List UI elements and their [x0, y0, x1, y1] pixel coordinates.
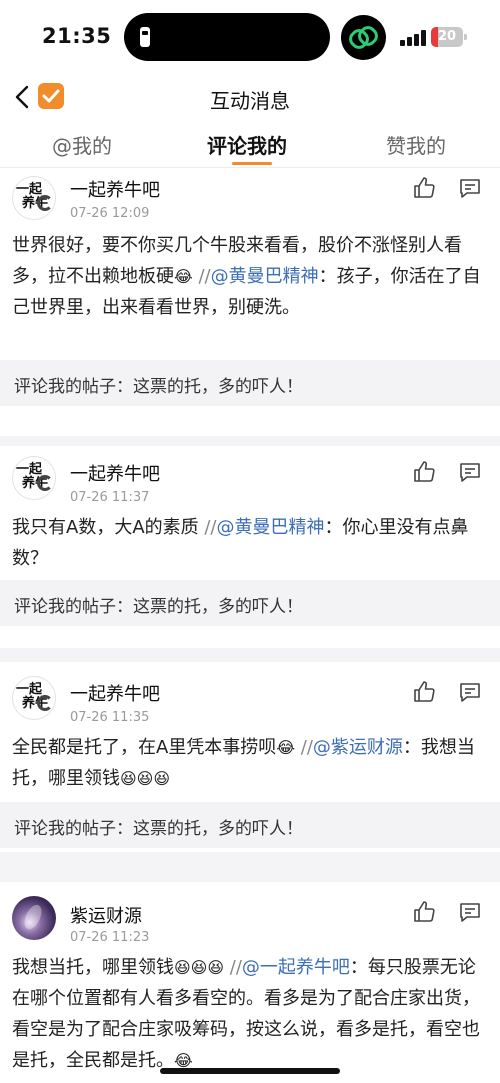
username[interactable]: 紫运财源: [70, 902, 142, 928]
thumbs-up-icon[interactable]: [412, 460, 436, 484]
laughing-emoji-icon: 😂: [174, 267, 193, 286]
avatar[interactable]: [12, 896, 56, 940]
tab-comments[interactable]: 评论我的: [207, 130, 287, 159]
comment-card[interactable]: 一起 养牛 一起养牛吧 07-26 12:09 世界很好，要不你买几个牛股来看看…: [0, 168, 500, 436]
grinning-emoji-icon: 😆😆😆: [174, 958, 225, 977]
tab-likes[interactable]: 赞我的: [386, 130, 446, 159]
reply-comment-icon[interactable]: [458, 460, 482, 484]
quoted-post[interactable]: 评论我的帖子：这票的托，多的吓人！: [0, 360, 500, 406]
dynamic-island: [124, 13, 330, 61]
thumbs-up-icon[interactable]: [412, 176, 436, 200]
nav-header: 互动消息: [0, 75, 500, 120]
avatar[interactable]: 一起 养牛: [12, 676, 56, 720]
comment-time: 07-26 11:35: [70, 710, 150, 725]
comment-card[interactable]: 紫运财源 07-26 11:23 我想当托，哪里领钱😆😆😆 //@一起养牛吧：每…: [0, 882, 500, 1083]
battery-level: 20: [437, 29, 457, 44]
comment-time: 07-26 11:37: [70, 490, 150, 505]
status-bar: 21:35 20: [0, 0, 500, 75]
flashlight-icon: [140, 27, 150, 47]
comment-text: 世界很好，要不你买几个牛股来看看，股价不涨怪别人看多，拉不出赖地板硬😂 //@黄…: [12, 235, 481, 318]
username[interactable]: 一起养牛吧: [70, 680, 160, 706]
grinning-emoji-icon: 😆😆😆: [120, 769, 171, 788]
signal-icon: [400, 30, 426, 46]
comment-card[interactable]: 一起 养牛 一起养牛吧 07-26 11:35 全民都是托了，在A里凭本事捞呗😂…: [0, 662, 500, 852]
thumbs-up-icon[interactable]: [412, 680, 436, 704]
reply-comment-icon[interactable]: [458, 680, 482, 704]
comment-text: 我只有A数，大A的素质 //@黄曼巴精神：你心里没有点鼻数？: [12, 517, 469, 569]
tab-mentions[interactable]: @我的: [52, 130, 112, 159]
laughing-emoji-icon: 😂: [276, 738, 296, 757]
status-time: 21:35: [42, 24, 112, 48]
avatar[interactable]: 一起 养牛: [12, 456, 56, 500]
comment-time: 07-26 11:23: [70, 930, 150, 945]
comment-time: 07-26 12:09: [70, 206, 150, 221]
mention-link[interactable]: @黄曼巴精神: [217, 517, 325, 538]
thumbs-up-icon[interactable]: [412, 900, 436, 924]
home-indicator[interactable]: [160, 1068, 340, 1074]
tab-bar: @我的 评论我的 赞我的: [0, 120, 500, 168]
mention-link[interactable]: @一起养牛吧: [242, 957, 350, 978]
mention-link[interactable]: @紫运财源: [313, 737, 403, 758]
reply-comment-icon[interactable]: [458, 176, 482, 200]
comment-text: 全民都是托了，在A里凭本事捞呗😂 //@紫运财源：我想当托，哪里领钱😆😆😆: [12, 732, 488, 794]
quoted-post[interactable]: 评论我的帖子：这票的托，多的吓人！: [0, 802, 500, 848]
comment-card[interactable]: 一起 养牛 一起养牛吧 07-26 11:37 我只有A数，大A的素质 //@黄…: [0, 446, 500, 648]
username[interactable]: 一起养牛吧: [70, 460, 160, 486]
mention-link[interactable]: @黄曼巴精神: [211, 266, 319, 287]
avatar[interactable]: 一起 养牛: [12, 176, 56, 220]
active-tab-indicator: [232, 162, 272, 165]
app-activity-icon[interactable]: [341, 15, 386, 60]
comment-text: 我想当托，哪里领钱😆😆😆 //@一起养牛吧：每只股票无论在哪个位置都有人看多看空…: [12, 952, 488, 1076]
quoted-post[interactable]: 评论我的帖子：这票的托，多的吓人！: [0, 580, 500, 626]
username[interactable]: 一起养牛吧: [70, 176, 160, 202]
reply-comment-icon[interactable]: [458, 900, 482, 924]
battery-icon: 20: [431, 27, 467, 47]
page-title: 互动消息: [210, 89, 290, 113]
